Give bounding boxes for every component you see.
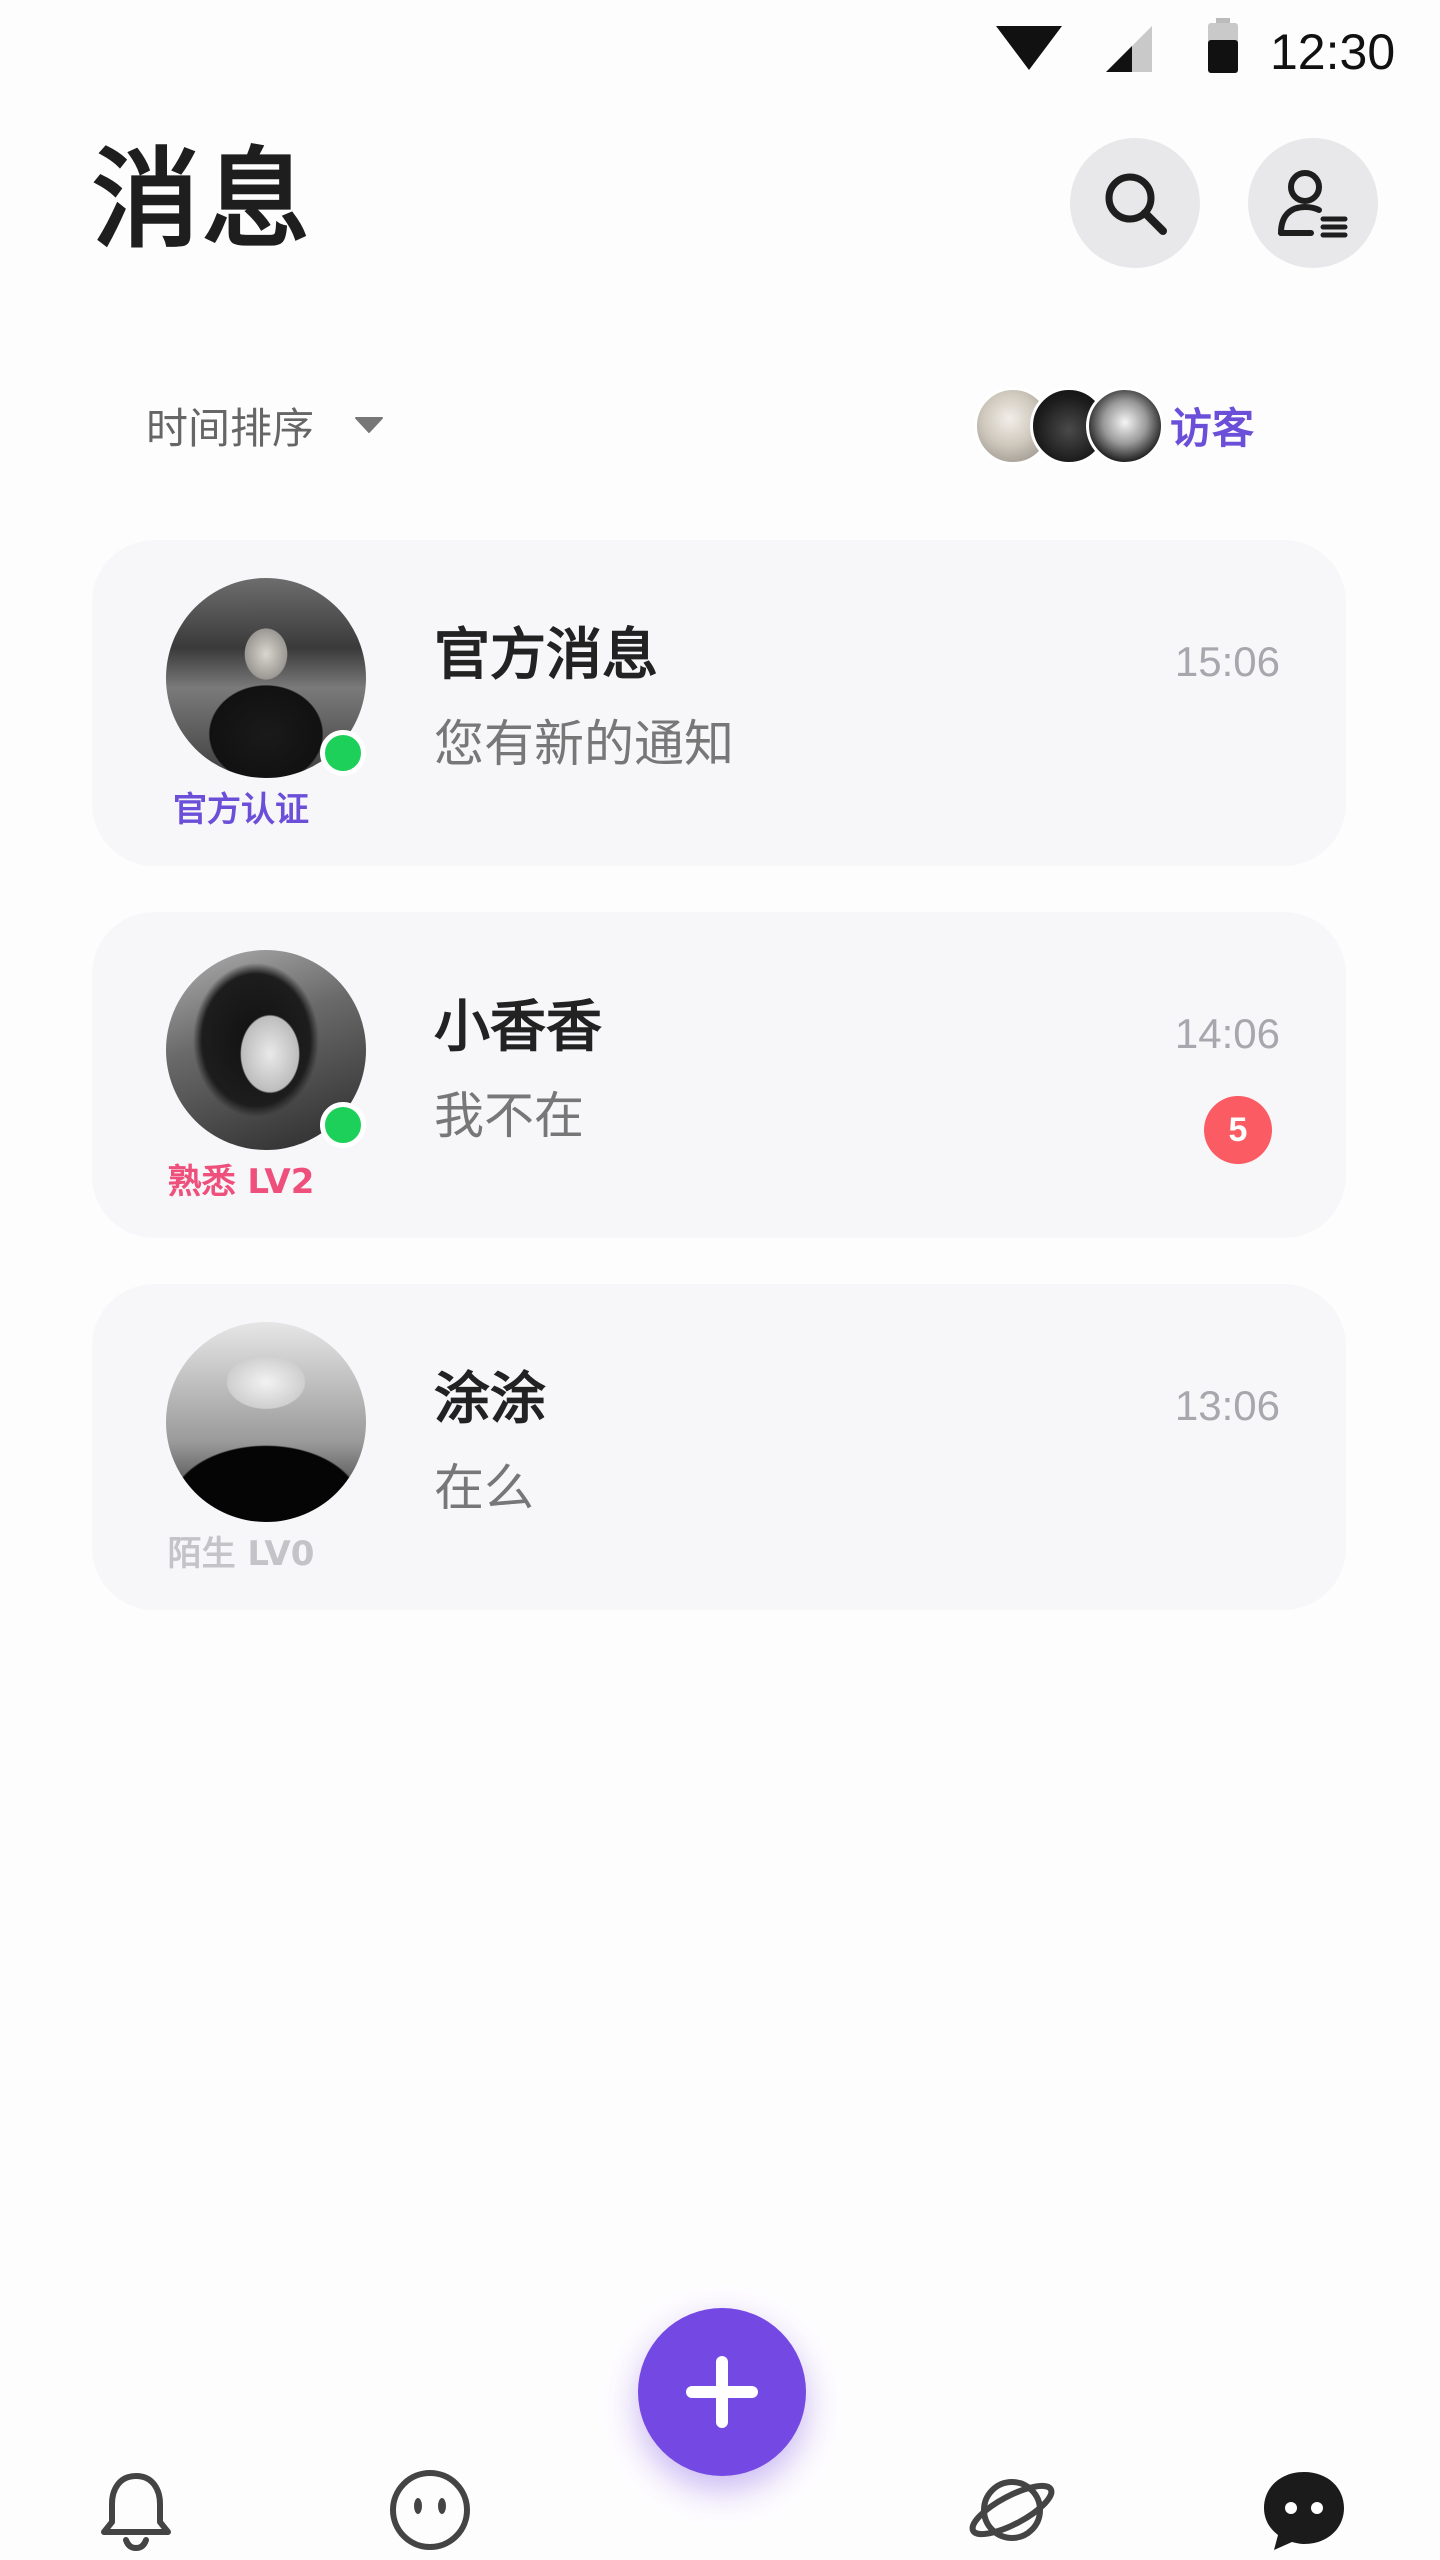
nav-discover[interactable]: [964, 2462, 1060, 2558]
profile-button[interactable]: [1248, 138, 1378, 268]
caret-down-icon: [355, 417, 384, 433]
sort-dropdown[interactable]: 时间排序: [146, 390, 384, 460]
search-icon: [1105, 173, 1167, 235]
avatar-wrapper: [166, 950, 366, 1150]
status-time: 12:30: [1270, 24, 1396, 80]
verified-tag: 官方认证: [173, 790, 309, 830]
conversation-item-official[interactable]: 官方认证 官方消息 您有新的通知 15:06: [92, 540, 1346, 866]
planet-icon: [969, 2479, 1055, 2541]
bottom-nav: [0, 2400, 1440, 2560]
conversation-item-xiaoxiangxiang[interactable]: 熟悉 LV2 小香香 我不在 14:06 5: [92, 912, 1346, 1238]
sort-label: 时间排序: [146, 403, 315, 453]
avatar-wrapper: [166, 1322, 366, 1522]
visitors-label: 访客: [1170, 403, 1255, 453]
nav-notifications[interactable]: [88, 2462, 184, 2558]
bell-icon: [101, 2473, 171, 2552]
conversation-preview: 在么: [434, 1459, 534, 1517]
conversation-item-tutu[interactable]: 陌生 LV0 涂涂 在么 13:06: [92, 1284, 1346, 1610]
conversation-time: 14:06: [1174, 1010, 1280, 1057]
conversation-time: 13:06: [1174, 1382, 1280, 1429]
search-button[interactable]: [1070, 138, 1200, 268]
status-bar: 12:30: [0, 0, 1440, 104]
chat-bubble-icon: [1264, 2472, 1344, 2550]
profile-list-icon: [1278, 170, 1348, 238]
level-tag: 熟悉 LV2: [167, 1162, 315, 1202]
conversation-preview: 我不在: [434, 1087, 584, 1145]
battery-icon: [1208, 18, 1238, 73]
visitor-avatar: [1086, 387, 1164, 465]
unread-badge: 5: [1204, 1096, 1272, 1164]
visitors-button[interactable]: 访客: [974, 382, 1254, 468]
conversation-time: 15:06: [1174, 638, 1280, 685]
avatar: [166, 1322, 366, 1522]
conversation-preview: 您有新的通知: [434, 715, 734, 773]
conversation-name: 小香香: [434, 995, 602, 1060]
level-tag: 陌生 LV0: [167, 1534, 315, 1574]
signal-icon: [1106, 26, 1152, 72]
face-icon: [390, 2470, 470, 2550]
online-indicator: [320, 1102, 366, 1148]
online-indicator: [320, 730, 366, 776]
wifi-icon: [996, 26, 1062, 70]
nav-match[interactable]: [382, 2462, 478, 2558]
conversation-name: 涂涂: [434, 1367, 546, 1432]
visitor-avatars: [974, 385, 1164, 465]
nav-messages[interactable]: [1256, 2462, 1352, 2558]
conversation-name: 官方消息: [434, 623, 658, 688]
page-title: 消息: [92, 138, 313, 263]
avatar-wrapper: [166, 578, 366, 778]
